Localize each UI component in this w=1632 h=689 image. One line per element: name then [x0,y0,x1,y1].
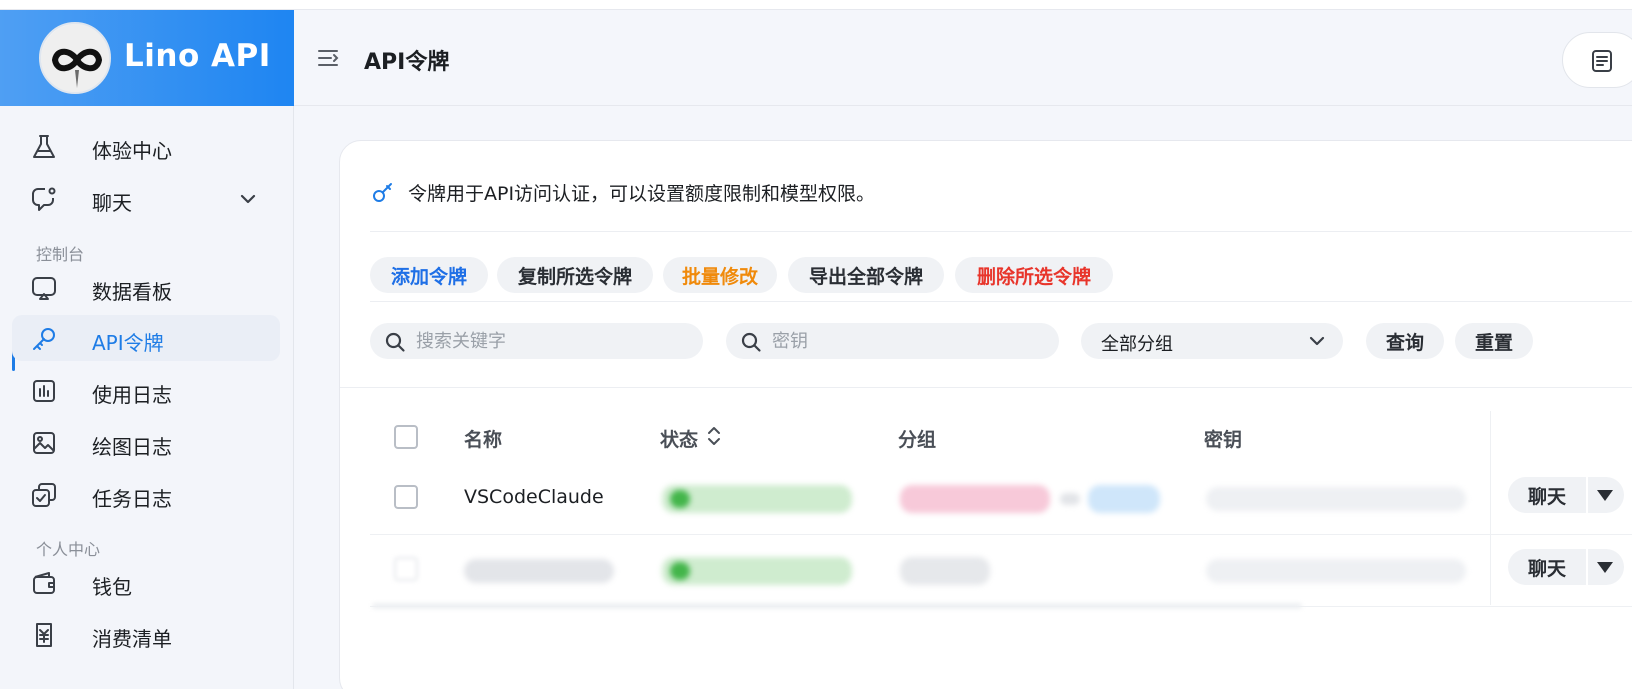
caret-down-icon [1597,490,1613,501]
row-dropdown-button[interactable] [1588,477,1624,513]
chevron-down-icon [1307,331,1327,351]
key-search[interactable] [726,323,1059,359]
row-checkbox[interactable] [394,557,418,581]
horizontal-scrollbar[interactable] [372,603,1302,609]
info-banner: 令牌用于API访问认证，可以设置额度限制和模型权限。 [370,177,875,207]
sidebar-item-dashboard[interactable]: 数据看板 [12,264,280,310]
sidebar-item-label: 使用日志 [92,383,172,407]
sidebar-item-label: API令牌 [92,331,164,355]
sort-icon[interactable] [706,425,722,447]
dashboard-icon [30,274,58,302]
sidebar-item-label: 钱包 [92,575,132,599]
header-notes-button[interactable] [1562,32,1632,88]
token-key-redacted [1206,559,1466,583]
collapse-sidebar-icon[interactable] [316,46,340,70]
key-icon [30,325,58,353]
reset-button[interactable]: 重置 [1455,323,1533,359]
section-label-console: 控制台 [36,245,85,264]
sidebar-item-bills[interactable]: 消费清单 [12,611,280,657]
brand-title: Lino API [124,38,271,74]
divider [370,301,1632,302]
divider [370,231,1632,232]
divider [340,387,1632,388]
keyword-search-input[interactable] [416,327,676,355]
delete-selected-tokens-button[interactable]: 删除所选令牌 [955,257,1113,293]
row-actions: 聊天 [1508,549,1624,589]
search-icon [740,331,762,353]
table-row[interactable]: 聊天 [370,535,1632,607]
section-label-personal: 个人中心 [36,540,101,559]
group-badge-redacted [900,485,1050,513]
chevron-down-icon[interactable] [238,189,258,209]
window-top-edge [0,0,1632,10]
sidebar: Lino API 体验中心 聊天 控制台 数据看板 API令牌 使用日志 绘图日… [0,10,294,689]
sidebar-item-task-log[interactable]: 任务日志 [12,471,280,517]
top-header: API令牌 [294,10,1632,106]
column-header-key[interactable]: 密钥 [1204,425,1242,452]
keyword-search[interactable] [370,323,703,359]
chat-button[interactable]: 聊天 [1508,477,1586,513]
column-header-group[interactable]: 分组 [898,425,936,452]
status-badge-redacted [662,557,852,585]
sidebar-item-api-tokens[interactable]: API令牌 [12,315,280,361]
group-separator-redacted [1060,493,1080,505]
table-header: 名称 状态 分组 密钥 [370,411,1632,463]
bill-icon [30,621,58,649]
tokens-card: 令牌用于API访问认证，可以设置额度限制和模型权限。 添加令牌 复制所选令牌 批… [339,140,1632,689]
column-header-status[interactable]: 状态 [660,425,698,452]
row-checkbox[interactable] [394,485,418,509]
page-title: API令牌 [364,50,450,75]
status-dot-redacted [670,562,690,580]
image-icon [30,429,58,457]
key-search-input[interactable] [772,327,1032,355]
query-button[interactable]: 查询 [1366,323,1444,359]
chat-button[interactable]: 聊天 [1508,549,1586,585]
info-text: 令牌用于API访问认证，可以设置额度限制和模型权限。 [408,182,876,205]
key-icon [370,179,396,205]
row-actions: 聊天 [1508,477,1624,517]
brand-header[interactable]: Lino API [0,10,294,106]
token-name: VSCodeClaude [464,486,604,508]
sidebar-item-label: 任务日志 [92,487,172,511]
sidebar-item-chat[interactable]: 聊天 [12,175,280,221]
sidebar-item-usage-log[interactable]: 使用日志 [12,367,280,413]
sidebar-item-playground[interactable]: 体验中心 [12,123,280,169]
sidebar-item-label: 绘图日志 [92,435,172,459]
batch-edit-button[interactable]: 批量修改 [663,257,777,293]
sidebar-item-label: 消费清单 [92,627,172,651]
sidebar-item-drawing-log[interactable]: 绘图日志 [12,419,280,465]
token-key-redacted [1206,487,1466,511]
sidebar-item-label: 体验中心 [92,139,172,163]
caret-down-icon [1597,562,1613,573]
chat-bubble-icon [30,185,58,213]
search-icon [384,331,406,353]
add-token-button[interactable]: 添加令牌 [370,257,488,293]
brand-logo [39,22,111,94]
usage-log-icon [30,377,58,405]
flask-icon [30,133,58,161]
group-select[interactable]: 全部分组 [1081,323,1343,359]
column-header-name[interactable]: 名称 [464,425,502,452]
group-badge-redacted [900,557,990,585]
row-dropdown-button[interactable] [1588,549,1624,585]
status-badge-redacted [662,485,852,513]
wallet-icon [30,569,58,597]
export-all-tokens-button[interactable]: 导出全部令牌 [788,257,944,293]
table-row[interactable]: VSCodeClaude 聊天 [370,463,1632,535]
select-all-checkbox[interactable] [394,425,418,449]
sidebar-item-wallet[interactable]: 钱包 [12,559,280,605]
notes-icon [1592,50,1612,72]
status-dot-redacted [670,490,690,508]
task-icon [30,481,58,509]
sidebar-item-label: 数据看板 [92,280,172,304]
group-badge-redacted [1088,485,1160,513]
token-name-redacted [464,559,614,583]
copy-selected-tokens-button[interactable]: 复制所选令牌 [497,257,653,293]
sidebar-item-label: 聊天 [92,191,132,215]
group-select-value: 全部分组 [1101,334,1173,355]
